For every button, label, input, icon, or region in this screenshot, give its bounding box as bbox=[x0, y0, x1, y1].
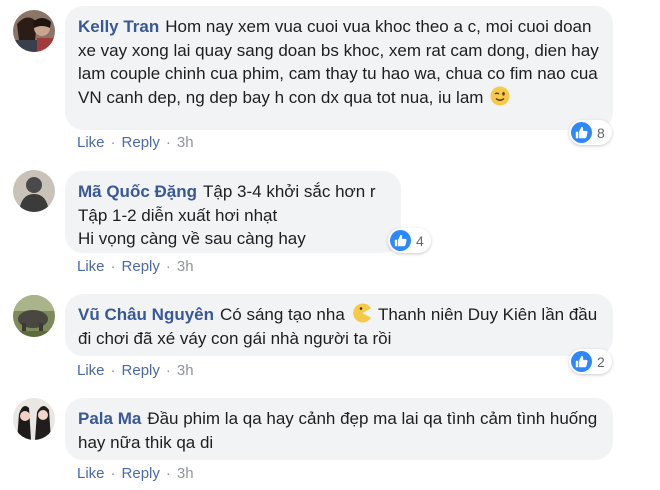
avatar[interactable] bbox=[13, 170, 55, 212]
thumbs-up-icon bbox=[390, 230, 411, 251]
comment-bubble: Mã Quốc Đặng Tập 3-4 khởi sắc hơn r Tập 1… bbox=[65, 171, 401, 253]
like-button[interactable]: Like bbox=[77, 362, 105, 379]
separator-dot: · bbox=[165, 258, 171, 275]
like-button[interactable]: Like bbox=[77, 258, 105, 275]
like-button[interactable]: Like bbox=[77, 465, 105, 482]
reply-button[interactable]: Reply bbox=[122, 362, 160, 379]
reply-button[interactable]: Reply bbox=[122, 258, 160, 275]
comment-actions: Like · Reply · 3h bbox=[77, 362, 194, 379]
reaction-count[interactable]: 8 bbox=[569, 120, 612, 145]
comment-actions: Like · Reply · 3h bbox=[77, 258, 194, 275]
separator-dot: · bbox=[110, 465, 116, 482]
reaction-count[interactable]: 2 bbox=[569, 349, 612, 374]
comment-text: Có sáng tạo nha bbox=[220, 305, 345, 324]
comment-text: Đầu phim la qa hay cảnh đẹp ma lai qa tì… bbox=[78, 409, 598, 452]
comment-author[interactable]: Kelly Tran bbox=[78, 17, 159, 36]
comment-bubble: Vũ Châu Nguyên Có sáng tạo nha Thanh niên… bbox=[65, 294, 613, 356]
comment-author[interactable]: Vũ Châu Nguyên bbox=[78, 305, 214, 324]
thumbs-up-icon bbox=[571, 122, 592, 143]
comment-timestamp[interactable]: 3h bbox=[177, 258, 194, 275]
pacman-emoji bbox=[352, 303, 372, 323]
separator-dot: · bbox=[110, 362, 116, 379]
thumbs-up-icon bbox=[571, 351, 592, 372]
comment-bubble: Kelly Tran Hom nay xem vua cuoi vua khoc … bbox=[65, 6, 613, 130]
avatar[interactable] bbox=[13, 10, 55, 52]
avatar[interactable] bbox=[13, 398, 55, 440]
comment-bubble: Pala Ma Đầu phim la qa hay cảnh đẹp ma la… bbox=[65, 398, 613, 460]
reaction-count-value: 2 bbox=[597, 353, 605, 370]
separator-dot: · bbox=[110, 134, 116, 151]
comment-thread: Kelly Tran Hom nay xem vua cuoi vua khoc … bbox=[0, 0, 660, 490]
reaction-count-value: 8 bbox=[597, 124, 605, 141]
comment-text-line: Tập 1-2 diễn xuất hơi nhạt bbox=[78, 205, 278, 225]
comment-timestamp[interactable]: 3h bbox=[177, 134, 194, 151]
comment-text-line: Hi vọng càng về sau càng hay bbox=[78, 229, 306, 248]
reaction-count[interactable]: 4 bbox=[388, 228, 431, 253]
comment-actions: Like · Reply · 3h bbox=[77, 465, 194, 482]
winking-face-emoji bbox=[490, 86, 510, 106]
reaction-count-value: 4 bbox=[416, 232, 424, 249]
comment-timestamp[interactable]: 3h bbox=[177, 362, 194, 379]
comment-author[interactable]: Mã Quốc Đặng bbox=[78, 182, 197, 201]
reply-button[interactable]: Reply bbox=[122, 134, 160, 151]
separator-dot: · bbox=[110, 258, 116, 275]
separator-dot: · bbox=[165, 134, 171, 151]
separator-dot: · bbox=[165, 362, 171, 379]
comment-actions: Like · Reply · 3h bbox=[77, 134, 194, 151]
separator-dot: · bbox=[165, 465, 171, 482]
reply-button[interactable]: Reply bbox=[122, 465, 160, 482]
comment-timestamp[interactable]: 3h bbox=[177, 465, 194, 482]
comment-author[interactable]: Pala Ma bbox=[78, 409, 141, 428]
like-button[interactable]: Like bbox=[77, 134, 105, 151]
avatar[interactable] bbox=[13, 295, 55, 337]
comment-text-line: Tập 3-4 khởi sắc hơn r bbox=[203, 182, 376, 201]
